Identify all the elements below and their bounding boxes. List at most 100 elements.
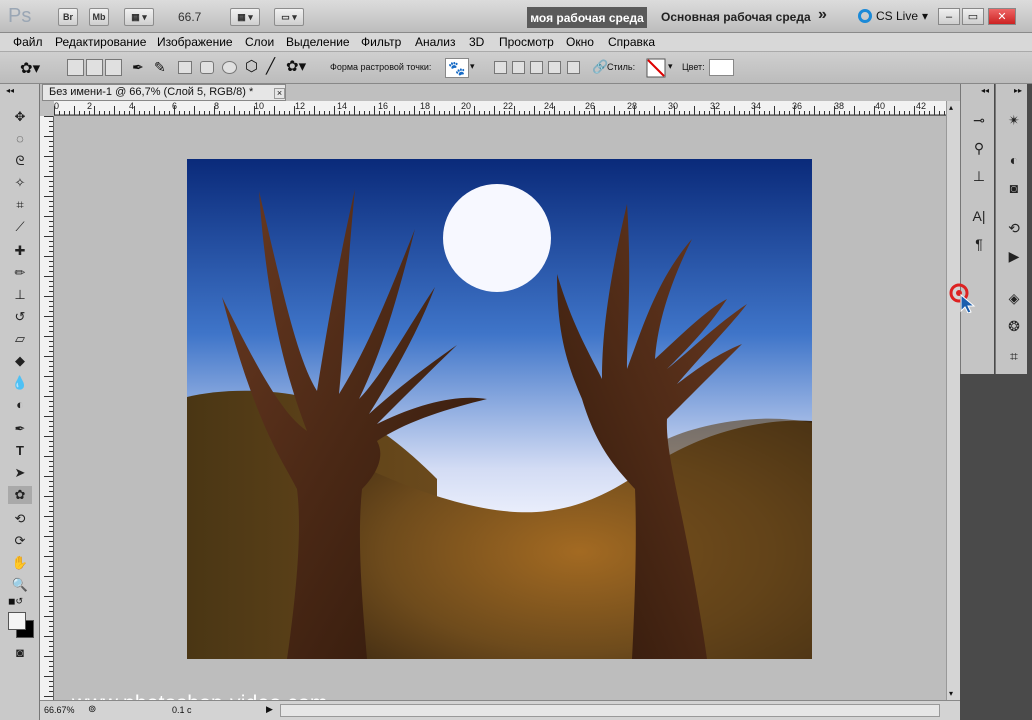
horizontal-scrollbar[interactable] [280, 704, 940, 717]
channels-icon[interactable]: ❂ [1003, 316, 1025, 336]
combine-icon[interactable] [494, 61, 507, 74]
rounded-rectangle-icon[interactable] [200, 61, 214, 74]
hand-tool-icon[interactable]: ✋ [8, 554, 32, 572]
minimize-button[interactable]: – [938, 8, 960, 25]
menu-image[interactable]: Изображение [157, 35, 233, 49]
marquee-tool-icon[interactable]: ◌ [8, 130, 32, 148]
menu-layers[interactable]: Слои [245, 35, 274, 49]
ellipse-shape-icon[interactable] [222, 61, 237, 74]
scroll-up-icon[interactable]: ▴ [949, 103, 953, 112]
cs-live-button[interactable]: CS Live ▾ [858, 9, 928, 23]
screen-mode-button[interactable]: ▭ ▾ [274, 8, 304, 26]
clone-source-icon[interactable]: ⚲ [968, 138, 990, 158]
collapse-icon[interactable]: ▸▸ [1014, 86, 1022, 95]
align-icon[interactable] [567, 61, 580, 74]
status-menu-icon[interactable]: ▶ [266, 704, 273, 715]
eraser-tool-icon[interactable]: ▱ [8, 330, 32, 348]
zoom-level[interactable]: 66.7 [178, 10, 201, 24]
style-swatch[interactable] [646, 58, 666, 78]
crop-tool-icon[interactable]: ⌗ [8, 196, 32, 214]
workspace-my-button[interactable]: моя рабочая среда [527, 7, 647, 28]
polygon-shape-icon[interactable]: ⬡ [245, 57, 258, 75]
paint-bucket-tool-icon[interactable]: ◆ [8, 352, 32, 370]
menu-edit[interactable]: Редактирование [55, 35, 146, 49]
foreground-color-swatch[interactable] [8, 612, 26, 630]
history-icon[interactable]: ⟲ [1003, 218, 1025, 238]
artwork-canvas[interactable] [187, 159, 812, 659]
mini-bridge-button[interactable]: Mb [89, 8, 109, 26]
expand-panels-icon[interactable]: ◂◂ [981, 86, 989, 95]
character-icon[interactable]: A| [968, 206, 990, 226]
3d-orbit-tool-icon[interactable]: ⟳ [8, 532, 32, 550]
arrange-documents-button[interactable]: ▦ ▾ [230, 8, 260, 26]
actions-icon[interactable]: ▶ [1003, 246, 1025, 266]
zoom-tool-icon[interactable]: 🔍 [8, 576, 32, 594]
lasso-tool-icon[interactable]: ᘓ [8, 152, 32, 170]
paragraph-icon[interactable]: ¶ [968, 234, 990, 254]
menu-help[interactable]: Справка [608, 35, 655, 49]
default-colors-icon[interactable]: ◼↺ [8, 596, 23, 607]
menu-select[interactable]: Выделение [286, 35, 350, 49]
dodge-tool-icon[interactable]: ◐ [8, 396, 32, 414]
magic-wand-tool-icon[interactable]: ✧ [8, 174, 32, 192]
subtract-icon[interactable] [512, 61, 525, 74]
shape-layers-icon[interactable] [67, 59, 84, 76]
eyedropper-tool-icon[interactable]: ⟋ [8, 218, 32, 236]
pen-tool-icon[interactable]: ✒ [8, 420, 32, 438]
masks-icon[interactable]: ◙ [1003, 178, 1025, 198]
type-tool-icon[interactable]: T [8, 442, 32, 460]
scroll-down-icon[interactable]: ▾ [949, 689, 953, 698]
link-icon[interactable]: 🔗 [592, 59, 608, 75]
tool-preset-icon[interactable]: ✿▾ [20, 59, 40, 77]
chevron-down-icon[interactable]: ▾ [668, 61, 673, 72]
custom-shape-tool-icon[interactable]: ✿ [8, 486, 32, 504]
view-extras-button[interactable]: ▦ ▾ [124, 8, 154, 26]
move-tool-icon[interactable]: ✥ [8, 108, 32, 126]
quick-mask-icon[interactable]: ◙ [8, 644, 32, 662]
more-workspaces-button[interactable]: » [818, 6, 827, 24]
brush-tool-icon[interactable]: ✏ [8, 264, 32, 282]
restore-button[interactable]: ▭ [962, 8, 984, 25]
menu-3d[interactable]: 3D [469, 35, 484, 49]
adjustments-icon[interactable]: ◐ [1003, 150, 1025, 170]
layers-icon[interactable]: ◈ [1003, 288, 1025, 308]
zoom-status[interactable]: 66.67% [44, 705, 75, 715]
workspace-essentials-button[interactable]: Основная рабочая среда [661, 10, 811, 24]
history-brush-tool-icon[interactable]: ↺ [8, 308, 32, 326]
navigator-icon[interactable]: ✴ [1003, 110, 1025, 130]
canvas-area[interactable]: www.photoshop-video.com [54, 116, 946, 715]
healing-brush-tool-icon[interactable]: ✚ [8, 242, 32, 260]
menu-window[interactable]: Окно [566, 35, 594, 49]
bridge-button[interactable]: Br [58, 8, 78, 26]
exclude-icon[interactable] [548, 61, 561, 74]
tool-presets-icon[interactable]: ⊥ [968, 166, 990, 186]
path-selection-tool-icon[interactable]: ➤ [8, 464, 32, 482]
vertical-ruler[interactable] [40, 116, 54, 700]
horizontal-ruler[interactable]: 0 2 4 6 8 10 12 14 16 18 20 22 24 26 28 … [54, 101, 946, 116]
pen-tool-icon[interactable]: ✒ [132, 59, 144, 76]
document-tab[interactable]: Без имени-1 @ 66,7% (Слой 5, RGB/8) * × [42, 84, 286, 101]
custom-shape-icon[interactable]: ✿▾ [286, 57, 306, 75]
vertical-scrollbar[interactable]: ▴ ▾ [946, 101, 960, 700]
blur-tool-icon[interactable]: 💧 [8, 374, 32, 392]
rectangle-shape-icon[interactable] [178, 61, 192, 74]
intersect-icon[interactable] [530, 61, 543, 74]
line-shape-icon[interactable]: ╱ [266, 57, 275, 75]
freeform-pen-icon[interactable]: ✎ [154, 59, 166, 76]
3d-rotate-tool-icon[interactable]: ⟲ [8, 510, 32, 528]
paths-icon[interactable] [86, 59, 103, 76]
chevron-down-icon[interactable]: ▾ [470, 61, 475, 72]
menu-file[interactable]: Файл [13, 35, 43, 49]
color-swatch[interactable] [709, 59, 734, 76]
paw-icon[interactable]: 🐾 [445, 58, 469, 78]
brush-presets-icon[interactable]: ⊸ [968, 110, 990, 130]
menu-view[interactable]: Просмотр [499, 35, 554, 49]
close-icon[interactable]: × [274, 88, 285, 99]
close-button[interactable]: ✕ [988, 8, 1016, 25]
menu-filter[interactable]: Фильтр [361, 35, 401, 49]
fill-pixels-icon[interactable] [105, 59, 122, 76]
paths-icon[interactable]: ⌗ [1003, 346, 1025, 366]
collapse-icon[interactable]: ◂◂ [6, 86, 14, 95]
clone-stamp-tool-icon[interactable]: ⊥ [8, 286, 32, 304]
menu-analysis[interactable]: Анализ [415, 35, 456, 49]
